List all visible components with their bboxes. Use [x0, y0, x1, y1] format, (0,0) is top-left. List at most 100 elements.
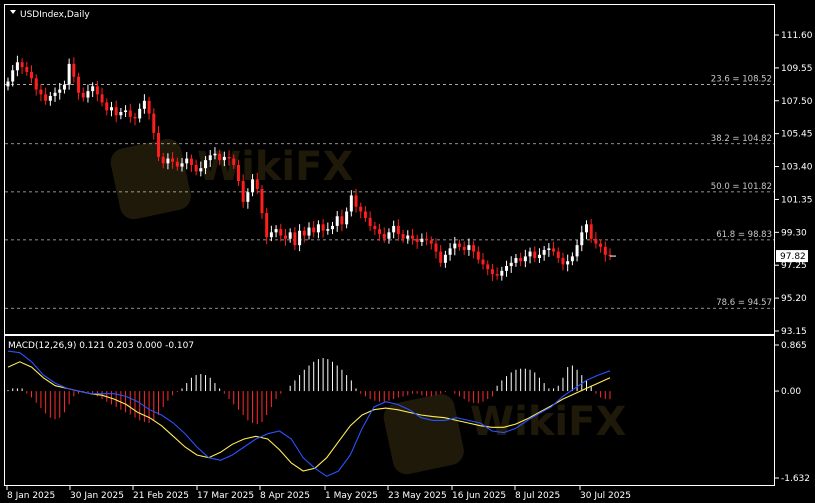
candle-body: [373, 225, 377, 230]
candle-body: [486, 264, 490, 270]
candle-body: [552, 248, 556, 252]
candle-body: [194, 164, 198, 172]
macd-tick-label: 0.865: [781, 341, 807, 351]
candle-body: [86, 91, 90, 98]
candle-body: [62, 84, 66, 90]
candle-body: [415, 238, 419, 242]
chart-menu-triangle-icon[interactable]: [10, 10, 16, 14]
candle-body: [476, 251, 480, 260]
candle-body: [396, 225, 400, 234]
date-tick-label: 23 May 2025: [388, 491, 447, 501]
candle-body: [251, 179, 255, 193]
candle-body: [283, 235, 287, 239]
candle-body: [44, 94, 48, 101]
price-tick-label: 111.60: [781, 31, 813, 41]
candle-body: [53, 92, 57, 96]
candle-body: [566, 261, 570, 265]
candle-body: [584, 224, 588, 233]
candle-body: [30, 71, 34, 79]
candle-body: [481, 259, 485, 265]
candle-body: [77, 76, 81, 93]
candle-body: [142, 100, 146, 109]
candle-body: [519, 258, 523, 262]
candle-body: [265, 213, 269, 238]
candle-body: [425, 238, 429, 241]
candle-body: [199, 168, 203, 172]
candle-body: [420, 238, 424, 242]
macd-tick-label: 0.00: [781, 387, 801, 397]
candle-body: [175, 161, 179, 167]
date-tick-label: 8 Jul 2025: [515, 491, 560, 501]
candle-body: [533, 251, 537, 259]
price-tick-label: 95.20: [781, 294, 807, 304]
candle-body: [462, 246, 466, 250]
candle-body: [453, 243, 457, 249]
candle-body: [537, 254, 541, 259]
candle-body: [368, 217, 372, 226]
candle-body: [208, 155, 212, 161]
date-axis: 8 Jan 2025 30 Jan 2025 21 Feb 2025 17 Mar 2…: [6, 486, 631, 501]
date-tick-label: 30 Jul 2025: [580, 491, 631, 501]
price-tick-label: 101.35: [781, 195, 813, 205]
candle-body: [429, 240, 433, 244]
candle-body: [279, 229, 283, 236]
candle-body: [152, 113, 156, 133]
candle-body: [542, 249, 546, 255]
candle-body: [288, 232, 292, 239]
price-tick-label: 107.50: [781, 97, 813, 107]
candle-body: [505, 266, 509, 271]
candle-body: [6, 81, 10, 87]
candle-body: [260, 189, 264, 214]
price-tick-label: 103.40: [781, 163, 813, 173]
price-tick-label: 97.25: [781, 261, 807, 271]
candle-body: [472, 245, 476, 252]
candle-body: [241, 180, 245, 202]
candle-body: [514, 258, 518, 263]
current-price-marker: 97.82: [776, 250, 808, 263]
watermark-logo-text: WikiFX: [197, 144, 353, 190]
date-tick-label: 17 Mar 2025: [197, 491, 254, 501]
candle-body: [100, 94, 104, 103]
candle-body: [11, 70, 15, 82]
candle-body: [312, 227, 316, 233]
candle-body: [331, 225, 335, 230]
watermark-logo-shape: [110, 139, 191, 220]
current-price-label: 97.82: [780, 252, 806, 262]
wikifx-watermark: WikiFX WikiFX: [110, 139, 626, 475]
candle-body: [316, 224, 320, 233]
candle-body: [321, 224, 325, 231]
candle-body: [561, 258, 565, 265]
candle-body: [67, 63, 71, 85]
candle-body: [302, 230, 306, 236]
candle-body: [166, 158, 170, 164]
candle-body: [246, 192, 250, 202]
candle-body: [509, 262, 513, 267]
candle-body: [547, 248, 551, 250]
candle-body: [439, 251, 443, 263]
candle-body: [274, 229, 278, 233]
candle-body: [490, 269, 494, 275]
candle-body: [387, 232, 391, 239]
candle-body: [15, 62, 19, 71]
date-tick-label: 16 Jun 2025: [452, 491, 506, 501]
candle-body: [227, 156, 231, 159]
candle-body: [349, 195, 353, 212]
chart-symbol-title: USDIndex,Daily: [20, 10, 90, 20]
candle-body: [354, 195, 358, 207]
candle-body: [528, 251, 532, 257]
price-tick-label: 99.30: [781, 228, 807, 238]
candle-body: [180, 163, 184, 167]
candle-body: [448, 248, 452, 255]
candle-body: [81, 92, 85, 98]
candle-body: [603, 246, 607, 255]
candle-body: [39, 89, 43, 95]
candle-body: [25, 67, 29, 72]
candle-body: [20, 62, 24, 68]
candle-body: [138, 108, 142, 119]
candle-body: [570, 256, 574, 262]
candle-body: [443, 254, 447, 263]
candle-body: [269, 232, 273, 238]
candle-body: [48, 95, 52, 101]
candle-body: [575, 245, 579, 257]
date-tick-label: 21 Feb 2025: [133, 491, 189, 501]
